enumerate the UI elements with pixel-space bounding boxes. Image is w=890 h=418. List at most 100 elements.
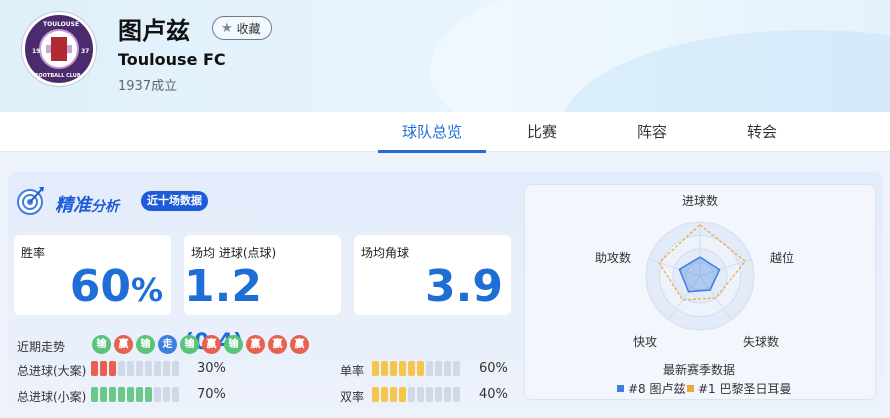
- bar-segment: [109, 361, 116, 376]
- analysis-title: 精准分析: [55, 191, 119, 217]
- avg-corners-value: 3.9: [425, 261, 503, 312]
- form-dots: 输赢输走输赢输赢赢赢: [92, 335, 309, 354]
- bar-segment: [372, 387, 379, 402]
- bar-segment: [399, 387, 406, 402]
- legend-swatch: [687, 385, 694, 392]
- stat-label: 总进球(大案): [17, 364, 87, 378]
- tab-matches[interactable]: 比赛: [488, 112, 596, 152]
- founded-year: 1937成立: [118, 79, 178, 94]
- form-result-badge: 输: [92, 335, 111, 354]
- form-result-badge: 赢: [246, 335, 265, 354]
- bar-segment: [399, 361, 406, 376]
- tab-overview[interactable]: 球队总览: [378, 112, 486, 153]
- bar-segment: [426, 387, 433, 402]
- team-logo: TOULOUSE 19 37 FOOTBALL CLUB: [22, 12, 96, 86]
- bar-segment: [372, 361, 379, 376]
- stat-label: 总进球(小案): [17, 390, 87, 404]
- bar-segment: [145, 361, 152, 376]
- radar-axis-label: 助攻数: [595, 251, 632, 265]
- form-result-badge: 输: [224, 335, 243, 354]
- radar-axis-label: 进球数: [682, 194, 719, 208]
- win-rate-value: 60%: [69, 261, 163, 312]
- bar-segment: [127, 387, 134, 402]
- radar-axis-label: 失球数: [743, 335, 780, 349]
- bar-segment: [154, 361, 161, 376]
- form-label: 近期走势: [17, 340, 66, 354]
- tab-squad[interactable]: 阵容: [598, 112, 706, 152]
- bar-segment: [408, 361, 415, 376]
- radar-axis-label: 快攻: [633, 335, 658, 349]
- form-result-badge: 赢: [268, 335, 287, 354]
- win-rate-card: 胜率 60%: [14, 235, 171, 315]
- stat-label: 双率: [340, 390, 365, 404]
- bar-segment: [118, 387, 125, 402]
- bar-segment: [136, 387, 143, 402]
- bar-segment: [417, 361, 424, 376]
- form-result-badge: 赢: [114, 335, 133, 354]
- bar-segment: [444, 387, 451, 402]
- bar-segment: [163, 361, 170, 376]
- card-label: 场均 进球(点球): [191, 246, 277, 260]
- tab-bar: 球队总览 比赛 阵容 转会: [0, 112, 890, 153]
- analysis-title-main: 精准: [55, 195, 91, 216]
- stat-bar: [372, 387, 460, 402]
- bar-segment: [100, 361, 107, 376]
- bar-segment: [118, 361, 125, 376]
- bar-segment: [408, 387, 415, 402]
- bar-segment: [417, 387, 424, 402]
- stat-bar: [91, 361, 179, 376]
- form-result-badge: 输: [136, 335, 155, 354]
- form-result-badge: 赢: [290, 335, 309, 354]
- bar-segment: [381, 361, 388, 376]
- bar-segment: [390, 361, 397, 376]
- bar-segment: [172, 387, 179, 402]
- logo-text-top: TOULOUSE: [43, 21, 80, 28]
- favorite-label: 收藏: [236, 21, 261, 36]
- target-icon: [17, 187, 44, 215]
- avg-goals-card: 场均 进球(点球) 1.2 (0.4): [184, 235, 341, 355]
- stat-percent: 70%: [197, 387, 226, 402]
- form-result-badge: 输: [180, 335, 199, 354]
- recent-matches-tag: 近十场数据: [141, 191, 208, 211]
- bar-segment: [435, 361, 442, 376]
- logo-text-left: 19: [32, 48, 41, 55]
- tab-transfers[interactable]: 转会: [708, 112, 816, 152]
- stat-percent: 30%: [197, 361, 226, 376]
- bar-segment: [381, 387, 388, 402]
- form-result-badge: 走: [158, 335, 177, 354]
- logo-text-right: 37: [81, 48, 90, 55]
- radar-axis-label: 越位: [770, 251, 795, 265]
- stat-bar: [91, 387, 179, 402]
- bar-segment: [109, 387, 116, 402]
- bar-segment: [163, 387, 170, 402]
- bar-segment: [453, 387, 460, 402]
- card-label: 胜率: [21, 246, 46, 260]
- analysis-title-suffix: 分析: [91, 199, 119, 215]
- bar-segment: [390, 387, 397, 402]
- bar-segment: [426, 361, 433, 376]
- form-result-badge: 赢: [202, 335, 221, 354]
- bar-segment: [444, 361, 451, 376]
- bar-segment: [453, 361, 460, 376]
- bar-segment: [435, 387, 442, 402]
- avg-corners-card: 场均角球 3.9: [354, 235, 511, 315]
- radar-legend-item: #1 巴黎圣日耳曼: [687, 380, 792, 397]
- stat-label: 单率: [340, 364, 365, 378]
- radar-caption: 最新赛季数据: [663, 363, 736, 377]
- bar-segment: [145, 387, 152, 402]
- bar-segment: [136, 361, 143, 376]
- bar-segment: [127, 361, 134, 376]
- team-name-en: Toulouse FC: [118, 50, 226, 69]
- radar-legend-item: #8 图卢兹: [617, 380, 686, 397]
- stat-percent: 40%: [479, 387, 508, 402]
- bar-segment: [91, 361, 98, 376]
- star-icon: ★: [221, 20, 233, 36]
- stat-percent: 60%: [479, 361, 508, 376]
- bar-segment: [154, 387, 161, 402]
- team-name: 图卢兹: [118, 17, 190, 45]
- favorite-button[interactable]: ★ 收藏: [212, 16, 272, 40]
- legend-swatch: [617, 385, 624, 392]
- logo-text-bottom: FOOTBALL CLUB: [35, 73, 81, 79]
- card-label: 场均角球: [361, 246, 410, 260]
- legend-label: #1 巴黎圣日耳曼: [698, 382, 792, 396]
